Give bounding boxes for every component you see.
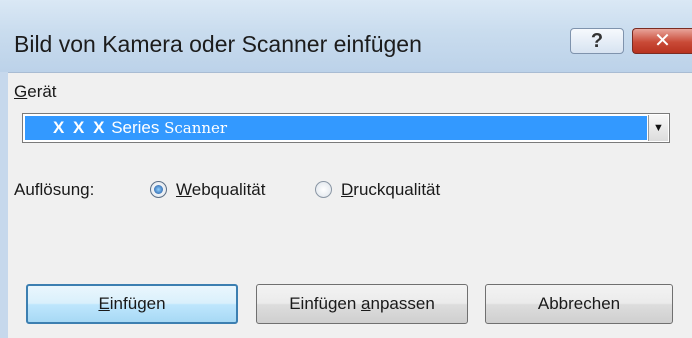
- close-button[interactable]: ✕: [632, 28, 692, 54]
- cancel-button[interactable]: Abbrechen: [485, 284, 673, 324]
- web-quality-accel: W: [176, 180, 192, 199]
- device-name-bold: X X X: [53, 118, 107, 137]
- web-quality-rest: ebqualität: [191, 180, 266, 199]
- resolution-label: Auflösung:: [14, 180, 95, 199]
- help-button[interactable]: ?: [570, 28, 624, 54]
- window-title: Bild von Kamera oder Scanner einfügen: [14, 31, 422, 57]
- insert-accel: E: [98, 294, 110, 313]
- print-quality-rest: ruckqualität: [353, 180, 441, 199]
- print-quality-accel: D: [341, 180, 354, 199]
- window-frame-left: [0, 72, 8, 338]
- insert-custom-rest: npassen: [370, 294, 435, 313]
- insert-custom-accel: a: [361, 294, 371, 313]
- insert-rest: infügen: [109, 294, 166, 313]
- device-label: Gerät: [14, 82, 57, 102]
- radio-web-quality-label[interactable]: Webqualität: [176, 180, 265, 200]
- device-dropdown[interactable]: X X X Series Scanner ▼: [22, 113, 670, 143]
- device-name-end: Scanner: [164, 119, 228, 137]
- device-selected-value[interactable]: X X X Series Scanner: [25, 116, 647, 140]
- insert-custom-button[interactable]: Einfügen anpassen: [256, 284, 468, 324]
- radio-selected-dot-icon: [154, 185, 163, 194]
- radio-print-quality[interactable]: [315, 181, 332, 198]
- radio-web-quality[interactable]: [150, 181, 167, 198]
- insert-button[interactable]: Einfügen: [26, 284, 238, 324]
- dropdown-arrow-icon[interactable]: ▼: [648, 115, 668, 141]
- device-label-accel: G: [14, 82, 28, 101]
- radio-print-quality-label[interactable]: Druckqualität: [341, 180, 440, 200]
- device-label-rest: erät: [27, 82, 57, 101]
- insert-custom-pre: Einfügen: [289, 294, 362, 313]
- device-name-mid: Series: [106, 118, 165, 137]
